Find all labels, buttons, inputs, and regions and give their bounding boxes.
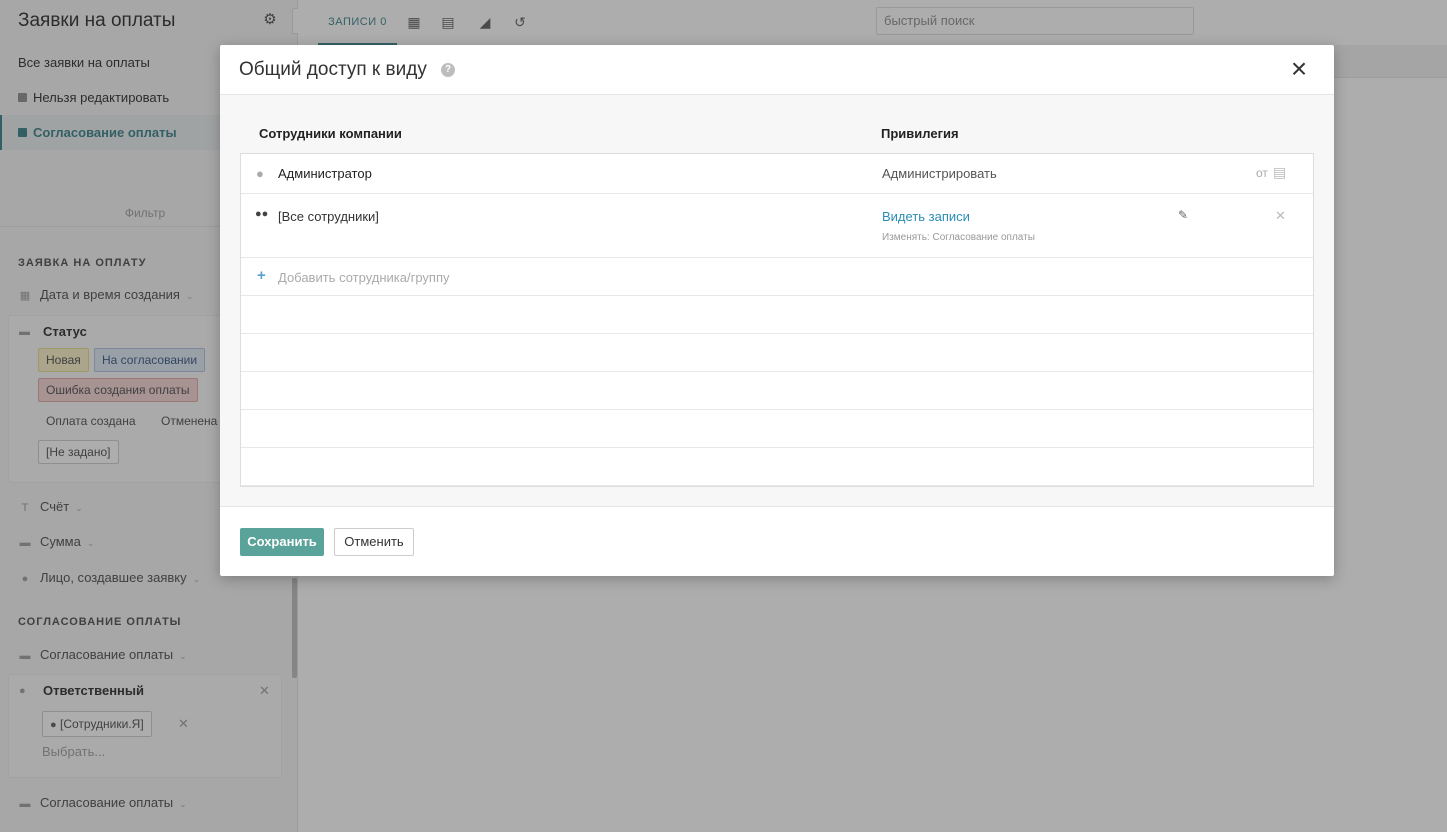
- add-employee-label: Добавить сотрудника/группу: [278, 270, 450, 285]
- table-row: ●● [Все сотрудники] Видеть записи Изменя…: [241, 194, 1313, 258]
- plus-icon: +: [257, 267, 266, 284]
- dialog-title: Общий доступ к виду: [239, 59, 427, 80]
- employee-name: [Все сотрудники]: [278, 209, 379, 224]
- dialog-footer: Сохранить Отменить: [220, 507, 1334, 576]
- help-icon[interactable]: ?: [441, 63, 455, 77]
- column-header-employees: Сотрудники компании: [259, 126, 402, 141]
- cancel-button[interactable]: Отменить: [334, 528, 414, 556]
- column-header-privilege: Привилегия: [881, 126, 959, 141]
- empty-row: [241, 372, 1313, 410]
- share-view-dialog: Общий доступ к виду ? × Сотрудники компа…: [220, 45, 1334, 576]
- privilege-link[interactable]: Видеть записи: [882, 209, 970, 224]
- edit-icon[interactable]: ✎: [1178, 208, 1188, 222]
- remove-icon[interactable]: ✕: [1275, 208, 1286, 224]
- empty-row: [241, 448, 1313, 486]
- dialog-body: Сотрудники компании Привилегия ● Админис…: [220, 95, 1334, 507]
- close-icon[interactable]: ×: [1288, 55, 1310, 83]
- empty-row: [241, 334, 1313, 372]
- empty-row: [241, 296, 1313, 334]
- group-icon: ●●: [255, 208, 269, 220]
- person-icon: ●: [256, 166, 264, 181]
- table-row: ● Администратор Администрировать от ▤: [241, 154, 1313, 194]
- stamp-icon: ▤: [1273, 164, 1287, 180]
- privilege-detail: Изменять: Согласование оплаты: [882, 232, 1035, 243]
- add-employee-row[interactable]: + Добавить сотрудника/группу: [241, 258, 1313, 296]
- save-button[interactable]: Сохранить: [240, 528, 324, 556]
- privilege-value: Администрировать: [882, 166, 997, 181]
- access-table: ● Администратор Администрировать от ▤ ●●…: [240, 153, 1314, 487]
- employee-name: Администратор: [278, 166, 372, 181]
- empty-row: [241, 410, 1313, 448]
- owner-suffix: от: [1256, 166, 1268, 180]
- dialog-header: Общий доступ к виду ? ×: [220, 45, 1334, 95]
